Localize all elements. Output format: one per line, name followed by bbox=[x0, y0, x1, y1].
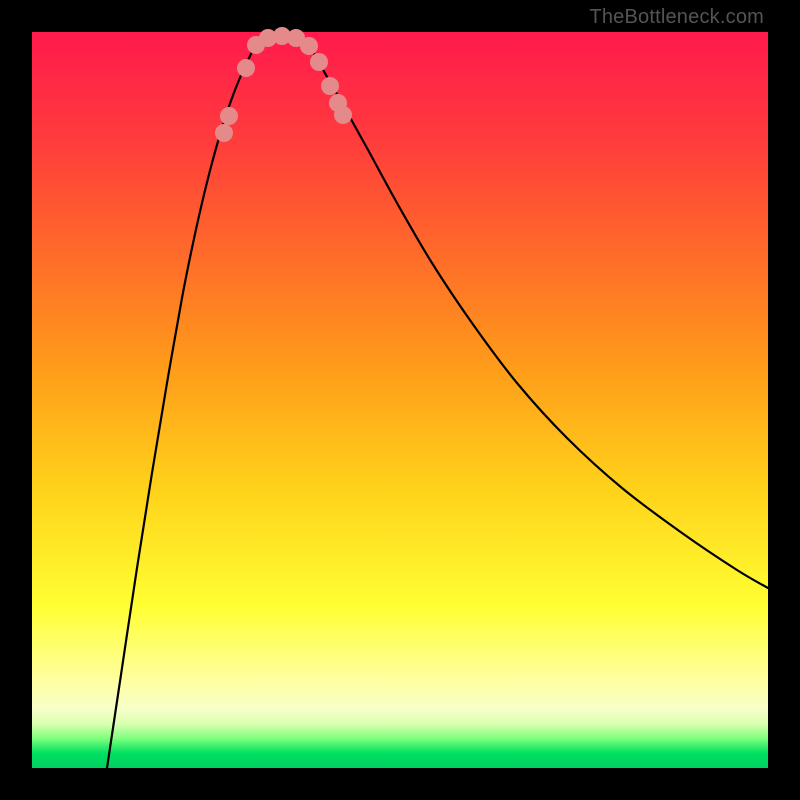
left-curve bbox=[107, 41, 257, 768]
marker-dot bbox=[215, 124, 233, 142]
marker-dot bbox=[220, 107, 238, 125]
right-curve bbox=[307, 41, 768, 588]
curve-group bbox=[107, 33, 768, 768]
chart-svg bbox=[32, 32, 768, 768]
marker-dot bbox=[310, 53, 328, 71]
marker-dot bbox=[321, 77, 339, 95]
marker-dot bbox=[237, 59, 255, 77]
watermark-text: TheBottleneck.com bbox=[589, 6, 764, 29]
marker-dot bbox=[334, 106, 352, 124]
marker-group bbox=[215, 27, 352, 142]
marker-dot bbox=[300, 37, 318, 55]
chart-frame: TheBottleneck.com bbox=[0, 0, 800, 800]
plot-area bbox=[32, 32, 768, 768]
